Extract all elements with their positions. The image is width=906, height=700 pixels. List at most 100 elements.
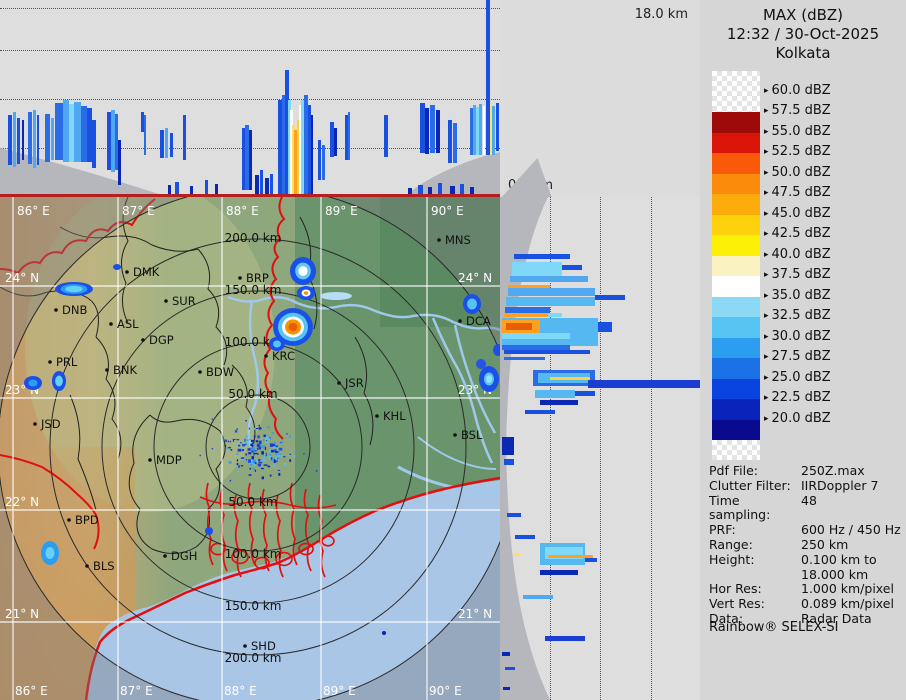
level-arrow-icon: ▸ [764, 147, 769, 157]
city-label: ASL [117, 317, 139, 331]
echo-bar [512, 262, 562, 276]
echo-bar [504, 459, 514, 465]
city-label: KHL [383, 409, 406, 423]
city-label: DCA [466, 314, 491, 328]
radar-map-panel: 86° E 86° E 87° E 87° E 88° E 88° E 89° E 89° E… [0, 197, 500, 700]
svg-text:87° E: 87° E [122, 204, 155, 218]
echo-bar [322, 145, 325, 180]
echo-bar [585, 558, 597, 562]
svg-text:86° E: 86° E [15, 684, 48, 698]
city-label: MDP [156, 453, 182, 467]
echo-bar [562, 265, 582, 270]
echo-bar [507, 513, 521, 517]
city-label: BNK [113, 363, 137, 377]
echo-bar [92, 120, 96, 168]
level-arrow-icon: ▸ [764, 352, 769, 362]
echo-bar [502, 437, 514, 455]
city-label: BLS [93, 559, 115, 573]
echo-bar [515, 535, 535, 539]
echo-bar [514, 254, 570, 259]
echo-bar [503, 687, 510, 690]
svg-text:50.0 km: 50.0 km [228, 387, 277, 401]
info-row: Vert Res: 0.089 km/pixel [709, 596, 894, 612]
svg-text:22° N: 22° N [5, 495, 39, 509]
radar-map: 86° E 86° E 87° E 87° E 88° E 88° E 89° E 89° E… [0, 197, 500, 700]
svg-text:89° E: 89° E [325, 204, 358, 218]
echo-bar [505, 667, 515, 670]
echo-bar [502, 333, 570, 339]
city-label: JSR [344, 376, 364, 390]
colorbar-band [712, 337, 760, 358]
colorbar-band [712, 358, 760, 379]
colorbar-checker-top [712, 71, 760, 112]
info-row: Time sampling: 48 [709, 492, 817, 523]
colorbar-band [712, 235, 760, 256]
echo-bar [260, 170, 263, 197]
level-arrow-icon: ▸ [764, 311, 769, 321]
echo-bar [492, 106, 495, 155]
svg-text:90° E: 90° E [431, 204, 464, 218]
svg-text:200.0 km: 200.0 km [225, 651, 282, 665]
svg-text:87° E: 87° E [120, 684, 153, 698]
dbz-level-label: ▸ 45.0 dBZ [764, 205, 831, 221]
city-label: PRL [56, 355, 78, 369]
echo-bar [183, 115, 186, 160]
echo-bar [170, 133, 173, 157]
side-height-profile-panel [500, 197, 700, 700]
echo-bar [165, 128, 168, 158]
city-label: DMK [133, 265, 160, 279]
product-title: MAX (dBZ) [762, 6, 844, 24]
echo-bar [436, 110, 440, 153]
echo-bar [17, 118, 20, 164]
echo-bar [513, 553, 521, 556]
dbz-level-label: ▸ 30.0 dBZ [764, 328, 831, 344]
dbz-level-label: ▸ 55.0 dBZ [764, 123, 831, 139]
colorbar-band [712, 378, 760, 399]
dbz-colorbar [712, 71, 760, 460]
city-label: BSL [461, 428, 483, 442]
svg-text:150.0 km: 150.0 km [225, 599, 282, 613]
city-label: BPD [75, 513, 99, 527]
echo-bar [160, 130, 164, 158]
colorbar-band [712, 173, 760, 194]
dbz-level-label: ▸ 27.5 dBZ [764, 349, 831, 364]
level-arrow-icon: ▸ [764, 126, 769, 137]
svg-text:24° N: 24° N [458, 271, 492, 285]
echo-bar [550, 377, 590, 380]
city-label: BDW [206, 365, 234, 379]
colorbar-band [712, 399, 760, 420]
dbz-level-label: ▸ 32.5 dBZ [764, 308, 831, 323]
echo-bar [540, 570, 578, 575]
echo-bar [575, 391, 595, 396]
dbz-level-label: ▸ 37.5 dBZ [764, 267, 831, 282]
dbz-level-label: ▸ 60.0 dBZ [764, 82, 831, 98]
city-label: BRP [246, 271, 269, 285]
svg-text:89° E: 89° E [323, 684, 356, 698]
colorbar-band [712, 132, 760, 153]
echo-bar [311, 115, 313, 195]
echo-bar [22, 120, 24, 160]
echo-bar [51, 118, 54, 160]
echo-bar [13, 112, 16, 167]
echo-bar [525, 410, 555, 414]
svg-text:86° E: 86° E [17, 204, 50, 218]
dbz-level-label: ▸ 42.5 dBZ [764, 226, 831, 241]
svg-text:90° E: 90° E [429, 684, 462, 698]
info-row: Clutter Filter: IIRDoppler 7 [709, 477, 879, 493]
info-row: 18.000 km [801, 566, 869, 582]
echo-bar [453, 123, 457, 163]
dbz-level-label: ▸ 52.5 dBZ [764, 144, 831, 159]
svg-text:50.0 km: 50.0 km [228, 495, 277, 509]
svg-text:150.0 km: 150.0 km [225, 283, 282, 297]
svg-text:88° E: 88° E [226, 204, 259, 218]
level-arrow-icon: ▸ [764, 331, 769, 342]
info-row: Range: 250 km [709, 536, 849, 552]
echo-bar [496, 103, 499, 151]
echo-bar [504, 350, 590, 354]
info-row: Pdf File: 250Z.max [709, 463, 865, 478]
dbz-level-label: ▸ 25.0 dBZ [764, 369, 831, 385]
info-row: PRF: 600 Hz / 450 Hz [709, 522, 901, 538]
echo-bar [318, 140, 321, 180]
city-label: MNS [445, 233, 471, 247]
echo-bar [249, 130, 252, 190]
